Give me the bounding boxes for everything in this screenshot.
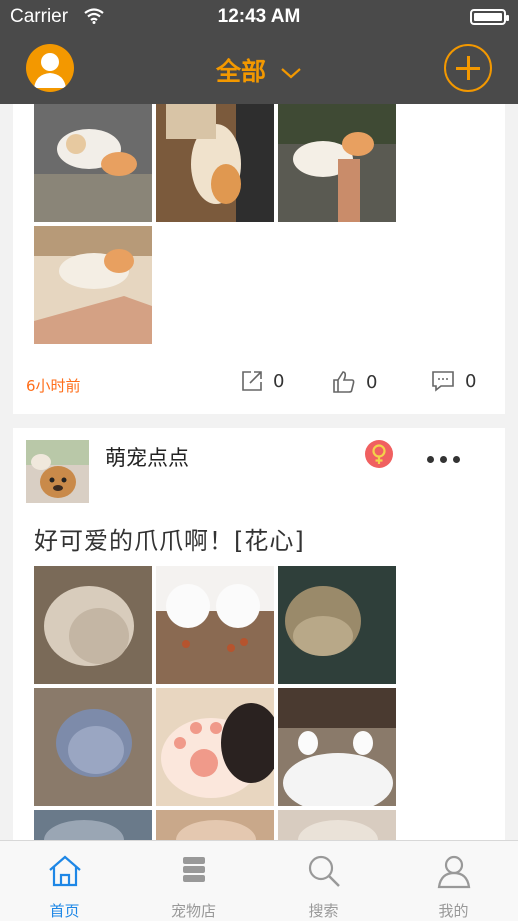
post-photo[interactable]: [34, 688, 152, 806]
avatar[interactable]: [26, 440, 89, 503]
post-card: 6小时前 0 0 0: [13, 104, 505, 414]
like-count: 0: [366, 371, 378, 393]
chevron-down-icon: [281, 68, 301, 79]
comment-button[interactable]: 0: [431, 370, 476, 392]
page-title: 全部: [215, 57, 266, 86]
post-time: 6小时前: [26, 377, 81, 395]
search-icon: [308, 855, 340, 887]
category-dropdown[interactable]: 全部: [0, 52, 518, 88]
navigation-bar: Carrier 12:43 AM 全部: [0, 0, 518, 104]
share-icon: [242, 371, 262, 391]
more-icon[interactable]: [423, 442, 463, 472]
post-text: 好可爱的爪爪啊！[花心]: [34, 527, 305, 555]
tab-search[interactable]: 搜索: [259, 841, 388, 921]
status-bar: Carrier 12:43 AM: [0, 0, 518, 34]
tab-search-label: 搜索: [308, 902, 339, 920]
comment-count: 0: [465, 370, 477, 392]
store-icon: [183, 857, 205, 882]
battery-fill: [474, 13, 502, 21]
post-photo[interactable]: [156, 104, 274, 222]
tab-home[interactable]: 首页: [0, 841, 129, 921]
post-photo[interactable]: [278, 104, 396, 222]
tab-profile-label: 我的: [438, 902, 469, 920]
profile-icon: [437, 855, 471, 889]
tab-home-label: 首页: [49, 902, 80, 920]
tab-pet-store-label: 宠物店: [170, 902, 216, 920]
comment-icon: [432, 371, 454, 392]
post-card: 萌宠点点 好可爱的爪爪啊！[花心]: [13, 428, 505, 848]
tab-bar: 首页 宠物店 搜索 我的: [0, 840, 518, 921]
tab-profile[interactable]: 我的: [389, 841, 518, 921]
battery-icon: [470, 9, 509, 25]
share-count: 0: [273, 370, 285, 392]
thumbs-up-icon: [333, 371, 355, 393]
post-photo[interactable]: [278, 688, 396, 806]
female-icon: [365, 440, 393, 468]
post-photo[interactable]: [34, 104, 152, 222]
post-photo[interactable]: [34, 566, 152, 684]
username[interactable]: 萌宠点点: [105, 442, 189, 472]
tab-pet-store[interactable]: 宠物店: [129, 841, 258, 921]
like-button[interactable]: 0: [332, 370, 377, 394]
post-photo[interactable]: [278, 566, 396, 684]
status-time: 12:43 AM: [217, 6, 301, 27]
home-icon: [49, 855, 81, 887]
post-photo[interactable]: [34, 226, 152, 344]
add-post-button[interactable]: [444, 44, 492, 92]
post-photo[interactable]: [156, 688, 274, 806]
post-photo[interactable]: [156, 566, 274, 684]
share-button[interactable]: 0: [241, 370, 284, 392]
